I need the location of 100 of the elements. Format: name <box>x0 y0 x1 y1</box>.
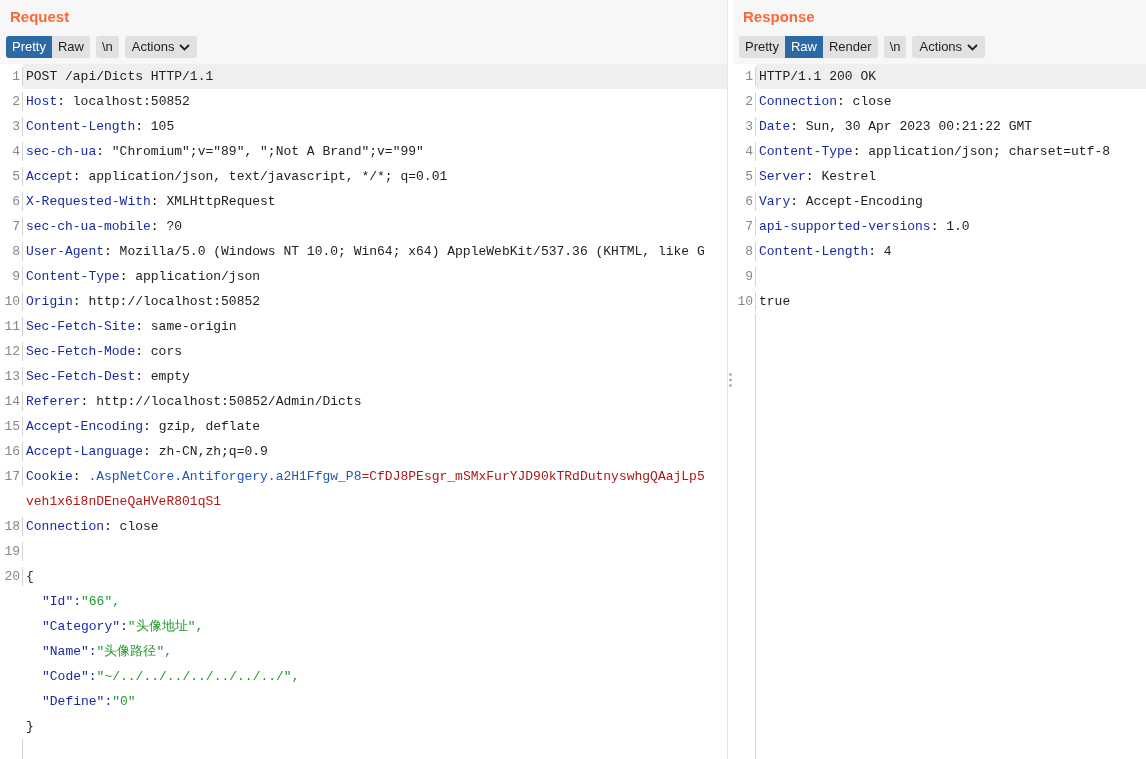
line-number: 19 <box>4 543 20 559</box>
header-value: : localhost:50852 <box>57 92 190 111</box>
line-number: 13 <box>4 368 20 384</box>
view-tab[interactable]: Pretty <box>739 36 785 58</box>
line-number: 15 <box>4 418 20 434</box>
line-number: 10 <box>4 293 20 309</box>
cookie-name: .AspNetCore.Antiforgery.a2H1Ffgw_P8 <box>88 467 362 486</box>
chevron-down-icon <box>179 43 191 51</box>
line-number: 4 <box>12 143 20 159</box>
line-number: 7 <box>745 218 753 234</box>
code-line: POST /api/Dicts HTTP/1.1 <box>26 67 214 86</box>
header-value: : Mozilla/5.0 (Windows NT 10.0; Win64; x64) AppleWebKit/537.36 (KHTML, like G <box>104 242 705 261</box>
header-name: Date <box>759 117 791 136</box>
line-number: 5 <box>12 168 20 184</box>
header-name: Connection <box>759 92 837 111</box>
header-name: Vary <box>759 192 791 211</box>
header-value: : http://localhost:50852 <box>72 292 261 311</box>
header-value: : empty <box>135 367 190 386</box>
drag-handle-icon[interactable] <box>729 372 732 387</box>
newline-toggle[interactable]: \n <box>883 36 907 58</box>
header-name: Cookie <box>26 467 73 486</box>
header-value: : Accept-Encoding <box>790 192 923 211</box>
json-value: "66", <box>81 593 121 609</box>
json-key: "Define": <box>42 693 113 709</box>
header-name: Referer <box>26 392 81 411</box>
header-value: : close <box>104 517 159 536</box>
header-value: : same-origin <box>135 317 237 336</box>
line-number: 6 <box>12 193 20 209</box>
header-name: User-Agent <box>26 242 104 261</box>
header-name: Content-Type <box>26 267 120 286</box>
header-name: Content-Length <box>759 242 869 261</box>
header-separator: : <box>72 467 82 486</box>
json-value: "~/../../../../../../../", <box>96 668 300 684</box>
actions-dropdown[interactable]: Actions <box>124 36 198 58</box>
code-line: HTTP/1.1 200 OK <box>759 67 877 86</box>
header-name: Origin <box>26 292 73 311</box>
json-key: "Id": <box>42 593 81 609</box>
header-name: Content-Type <box>759 142 853 161</box>
view-tab[interactable]: Pretty <box>6 36 52 58</box>
code-line: true <box>759 292 791 311</box>
header-name: Accept-Encoding <box>26 417 144 436</box>
header-value: : 105 <box>135 117 175 136</box>
header-value: : close <box>837 92 892 111</box>
header-value: : 4 <box>868 242 892 261</box>
line-number: 3 <box>745 118 753 134</box>
view-tab[interactable]: Raw <box>784 36 823 58</box>
line-number: 14 <box>4 393 20 409</box>
line-number: 2 <box>12 93 20 109</box>
code-line: } <box>26 717 34 736</box>
header-value: : Kestrel <box>805 167 877 186</box>
line-number: 11 <box>4 318 20 334</box>
json-value: "头像地址", <box>127 618 204 634</box>
line-number: 18 <box>4 518 20 534</box>
json-key: "Category": <box>42 618 128 634</box>
header-value: : XMLHttpRequest <box>150 192 276 211</box>
header-value: : application/json <box>119 267 261 286</box>
header-value: : http://localhost:50852/Admin/Dicts <box>80 392 362 411</box>
line-number: 3 <box>12 118 20 134</box>
json-key: "Code": <box>42 668 97 684</box>
header-name: X-Requested-With <box>26 192 151 211</box>
header-name: sec-ch-ua <box>26 142 97 161</box>
line-number: 7 <box>12 218 20 234</box>
line-number: 16 <box>4 443 20 459</box>
line-number: 8 <box>745 243 753 259</box>
header-name: Connection <box>26 517 104 536</box>
view-tab[interactable]: Raw <box>51 36 90 58</box>
line-number: 17 <box>4 468 20 484</box>
json-value: "0" <box>112 693 136 709</box>
header-value: : application/json, text/javascript, */*; q=0.01 <box>72 167 448 186</box>
header-name: Sec-Fetch-Dest <box>26 367 136 386</box>
header-value: : 1.0 <box>930 217 970 236</box>
header-value: : gzip, deflate <box>143 417 261 436</box>
line-number: 12 <box>4 343 20 359</box>
line-number: 10 <box>737 293 753 309</box>
line-number: 9 <box>745 268 753 284</box>
header-name: Accept-Language <box>26 442 144 461</box>
json-key: "Name": <box>42 643 97 659</box>
header-name: Content-Length <box>26 117 136 136</box>
header-value: : "Chromium";v="89", ";Not A Brand";v="99" <box>96 142 424 161</box>
pane-title: Response <box>743 7 815 27</box>
line-number: 4 <box>745 143 753 159</box>
json-value: "头像路径", <box>96 643 172 659</box>
cookie-value: veh1x6i8nDEneQaHVeR801qS1 <box>26 493 222 509</box>
header-name: Sec-Fetch-Mode <box>26 342 136 361</box>
line-number: 20 <box>4 568 20 584</box>
code-line: { <box>26 567 34 586</box>
header-name: Host <box>26 92 58 111</box>
view-tab[interactable]: Render <box>823 36 878 58</box>
actions-dropdown[interactable]: Actions <box>912 36 986 58</box>
newline-toggle[interactable]: \n <box>96 36 119 58</box>
header-value: : cors <box>135 342 183 361</box>
header-value: : ?0 <box>150 217 183 236</box>
line-number: 2 <box>745 93 753 109</box>
header-name: Sec-Fetch-Site <box>26 317 136 336</box>
header-name: sec-ch-ua-mobile <box>26 217 151 236</box>
line-number: 9 <box>12 268 20 284</box>
header-name: Server <box>759 167 806 186</box>
line-number: 6 <box>745 193 753 209</box>
header-name: api-supported-versions <box>759 217 931 236</box>
header-value: : zh-CN,zh;q=0.9 <box>143 442 268 461</box>
